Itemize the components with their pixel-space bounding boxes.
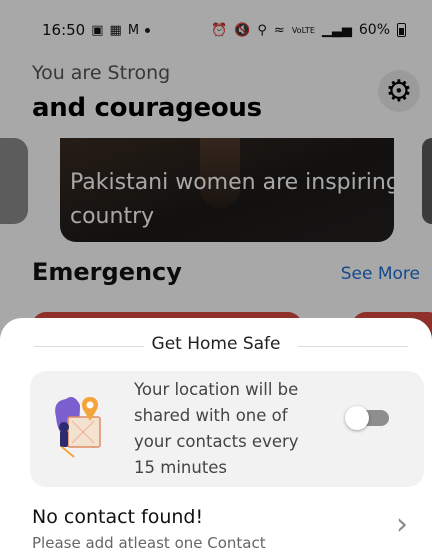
contact-row[interactable]: No contact found! Please add atleast one…	[0, 506, 432, 554]
chevron-right-icon[interactable]: ›	[396, 510, 408, 540]
location-share-text: Your location will be shared with one of…	[134, 380, 299, 477]
map-illustration-icon	[55, 397, 101, 458]
contact-status-subtitle: Please add atleast one Contact	[32, 534, 266, 552]
sheet-header: Get Home Safe	[0, 334, 432, 358]
location-share-toggle[interactable]	[345, 406, 391, 430]
toggle-thumb	[345, 406, 369, 430]
location-share-box: Your location will be shared with one of…	[30, 371, 424, 487]
get-home-safe-sheet: Get Home Safe Your location will be shar…	[0, 318, 432, 554]
sheet-title: Get Home Safe	[151, 334, 281, 354]
contact-status-title: No contact found!	[32, 506, 204, 528]
